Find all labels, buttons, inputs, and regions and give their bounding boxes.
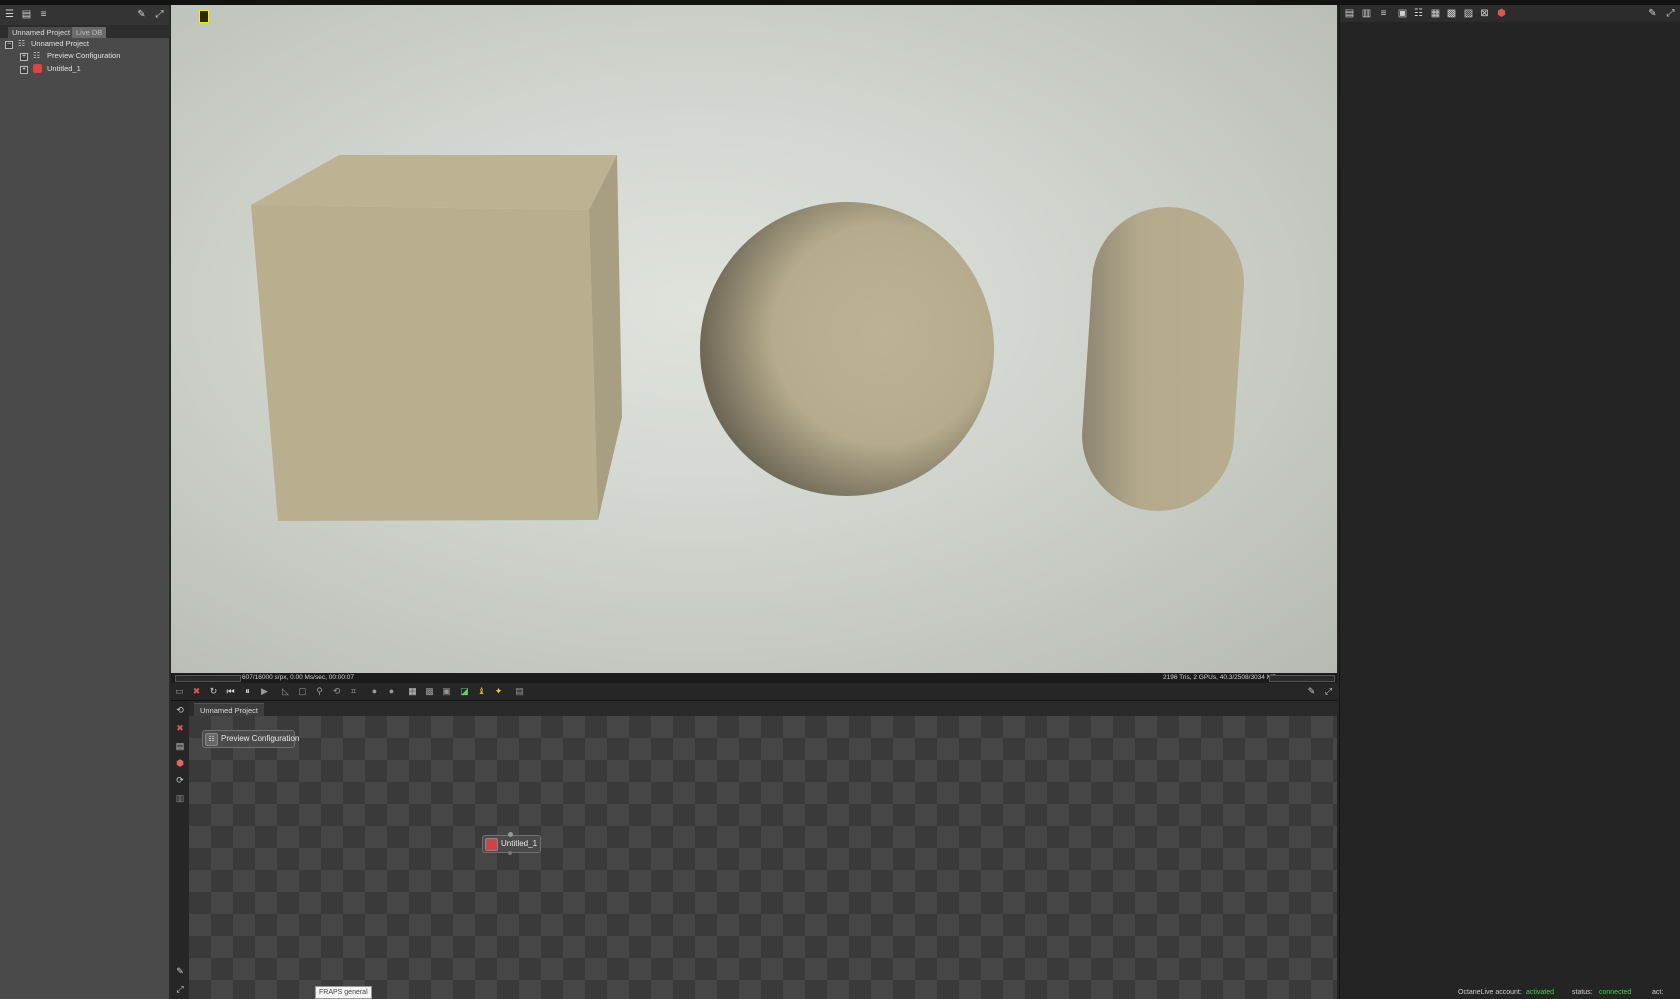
configuration-icon: ☷ <box>33 51 41 60</box>
expand-icon[interactable]: + <box>20 53 28 61</box>
node-label: Preview Configuration <box>221 734 300 743</box>
geometry-icon <box>33 64 42 73</box>
camera-icon[interactable]: ▩ <box>1446 8 1457 19</box>
cube-object <box>251 155 622 521</box>
recenter-icon[interactable]: ⟲ <box>174 704 186 716</box>
link-icon[interactable]: ⟳ <box>174 774 186 786</box>
graph-icon[interactable]: ▤ <box>174 740 186 752</box>
node-label: Untitled_1 <box>501 839 538 848</box>
render-statusbar: 607/16000 s/px, 0.00 Ms/sec, 00:00:07 21… <box>171 673 1337 683</box>
inspector-toolbar: ▤ ▥ ≡ ▣ ☷ ▦ ▩ ▨ ⊠ ⬢ ✎ ⤢ <box>1340 5 1680 22</box>
tree-item-preview-configuration[interactable]: + ☷ Preview Configuration <box>20 50 165 62</box>
material-picker-icon[interactable]: ⚲ <box>314 686 325 697</box>
tab-live-db[interactable]: Live DB <box>72 27 107 38</box>
outliner-tabs: Unnamed Project Live DB <box>0 25 169 38</box>
white-balance-icon[interactable]: ▢ <box>297 686 308 697</box>
tree-item-label: Preview Configuration <box>47 51 121 60</box>
texture-icon[interactable]: ▣ <box>1397 8 1408 19</box>
wrench-icon[interactable]: ✎ <box>1306 686 1317 697</box>
viewport-lock-icon[interactable]: ▦ <box>407 686 418 697</box>
sphere-object <box>700 202 994 496</box>
alpha-icon[interactable]: ▩ <box>424 686 435 697</box>
maximize-icon[interactable]: ⤢ <box>174 983 186 995</box>
wrench-icon[interactable]: ✎ <box>136 9 147 20</box>
maximize-icon[interactable]: ⤢ <box>154 9 165 20</box>
scene-render <box>251 155 1244 521</box>
pause-icon[interactable]: ⏸ <box>242 686 253 697</box>
tree-item-label: Untitled_1 <box>47 64 81 73</box>
restart-render-icon[interactable]: ↻ <box>208 686 219 697</box>
render-options-icon[interactable]: ▭ <box>174 686 185 697</box>
export-icon[interactable]: ▥ <box>174 792 186 804</box>
capsule-object <box>1082 207 1244 511</box>
geometry-icon[interactable]: ⬢ <box>1496 8 1507 19</box>
clay-mode-icon[interactable]: ● <box>369 686 380 697</box>
image-icon[interactable]: ▨ <box>1463 8 1474 19</box>
wrench-icon[interactable]: ✎ <box>1647 8 1658 19</box>
tab-unnamed-project[interactable]: Unnamed Project <box>8 27 74 38</box>
project-icon: ☷ <box>18 39 26 48</box>
tree-root-label: Unnamed Project <box>31 39 89 48</box>
tree-icon[interactable]: ☷ <box>1413 8 1424 19</box>
inspector-icon[interactable]: ▤ <box>1344 8 1355 19</box>
list-view-icon[interactable]: ≡ <box>38 9 49 20</box>
node-graph-canvas[interactable]: ☷ Preview Configuration Untitled_1 <box>189 716 1337 999</box>
save-render-icon[interactable]: ▤ <box>514 686 525 697</box>
render-stats-right: 2196 Tris, 2 GPUs, 40.3/2508/3034 MB <box>1163 674 1277 681</box>
wrench-icon[interactable]: ✎ <box>174 965 186 977</box>
region-picker-icon[interactable]: ⌗ <box>348 686 359 697</box>
graph-view-icon[interactable]: ▤ <box>21 9 32 20</box>
render-toolbar: ▭ ✖ ↻ ⏮ ⏸ ▶ ◺ ▢ ⚲ ⟲ ⌗ ● ● ▦ ▩ ▣ ◪ ♝ ✦ ▤ … <box>171 683 1337 701</box>
object-picker-icon[interactable]: ⟲ <box>331 686 342 697</box>
scene-outliner-panel: ☰ ▤ ≡ ✎ ⤢ Unnamed Project Live DB − ☷ Un… <box>0 5 170 999</box>
node-graph-tabs: Unnamed Project <box>189 701 1337 717</box>
collapse-icon[interactable]: − <box>5 41 13 49</box>
decal-icon[interactable]: ▣ <box>441 686 452 697</box>
render-region-icon[interactable]: ◪ <box>459 686 470 697</box>
maximize-icon[interactable]: ⤢ <box>1323 686 1334 697</box>
table-icon[interactable]: ▦ <box>1430 8 1441 19</box>
status-label: status: <box>1572 989 1593 996</box>
region-icon[interactable]: ⊠ <box>1479 8 1490 19</box>
render-viewport[interactable] <box>171 5 1337 673</box>
geometry-icon <box>485 838 498 851</box>
lock-render-icon[interactable]: ♝ <box>476 686 487 697</box>
node-graph-toolbar: ⟲ ✖ ▤ ⬢ ⟳ ▥ ✎ ⤢ <box>171 701 190 999</box>
graph-view-icon[interactable]: ▥ <box>1361 8 1372 19</box>
node-input-pin[interactable] <box>508 832 513 837</box>
render-progress-bar <box>175 675 241 682</box>
tab-node-graph-project[interactable]: Unnamed Project <box>194 703 264 717</box>
maximize-icon[interactable]: ⤢ <box>1665 8 1676 19</box>
status-value: connected <box>1599 989 1632 996</box>
subsampling-icon[interactable]: ● <box>386 686 397 697</box>
rewind-icon[interactable]: ⏮ <box>225 686 236 697</box>
expand-icon[interactable]: + <box>20 66 28 74</box>
node-preview-configuration[interactable]: ☷ Preview Configuration <box>202 730 299 748</box>
node-inspector-panel: ▤ ▥ ≡ ▣ ☷ ▦ ▩ ▨ ⊠ ⬢ ✎ ⤢ OctaneLive accou… <box>1339 5 1680 999</box>
fraps-tooltip: FRAPS general <box>315 986 372 999</box>
delete-node-icon[interactable]: ✖ <box>174 722 186 734</box>
film-region-icon[interactable]: ✦ <box>493 686 504 697</box>
focus-picker-icon[interactable]: ◺ <box>280 686 291 697</box>
play-icon[interactable]: ▶ <box>259 686 270 697</box>
node-untitled-1[interactable]: Untitled_1 <box>482 835 541 853</box>
list-view-icon[interactable]: ≡ <box>1378 8 1389 19</box>
render-stats-left: 607/16000 s/px, 0.00 Ms/sec, 00:00:07 <box>242 674 355 681</box>
account-label: OctaneLive account: <box>1458 989 1522 996</box>
configuration-icon: ☷ <box>205 733 218 746</box>
memory-bar <box>1269 675 1335 682</box>
stop-render-icon[interactable]: ✖ <box>191 686 202 697</box>
node-output-pin[interactable] <box>508 851 512 855</box>
act-label: act: <box>1652 989 1664 996</box>
scene-view-icon[interactable]: ☰ <box>4 9 15 20</box>
outliner-toolbar: ☰ ▤ ≡ ✎ ⤢ <box>0 5 169 25</box>
tree-item-untitled-1[interactable]: + Untitled_1 <box>20 63 165 75</box>
account-value: activated <box>1526 989 1555 996</box>
geometry-node-icon[interactable]: ⬢ <box>174 757 186 769</box>
tree-root[interactable]: − ☷ Unnamed Project <box>5 38 165 50</box>
